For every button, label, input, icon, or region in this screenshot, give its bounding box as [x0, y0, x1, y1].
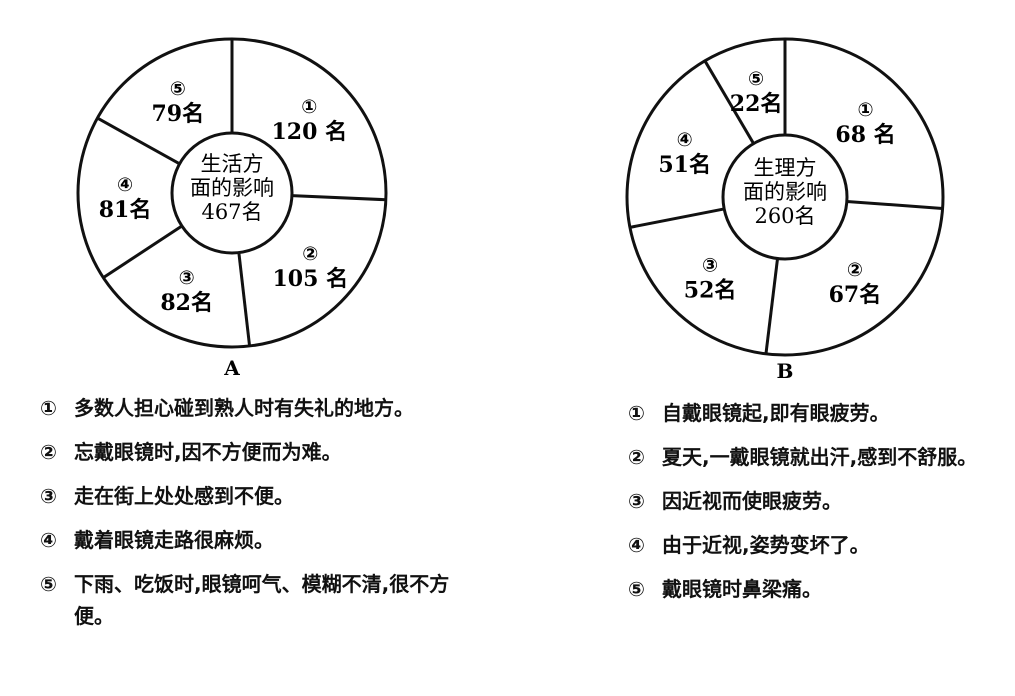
center-label-line-1: 生理方: [754, 156, 817, 180]
legend-item-2: ② 忘戴眼镜时,因不方便而为难。: [40, 436, 450, 468]
slice-value-label-3: 82名: [160, 290, 213, 316]
slice-number-5: ⑤: [748, 68, 764, 90]
legend-item-1: ① 多数人担心碰到熟人时有失礼的地方。: [40, 392, 450, 424]
legend-text: 走在街上处处感到不便。: [74, 484, 294, 508]
legend-number: ⑤: [628, 577, 645, 601]
slice-value-label-3: 52名: [684, 278, 737, 304]
slice-value-label-1: 120 名: [271, 119, 347, 145]
pie-chart-b: ①68 名 ②67名 ③52名 ④51名 ⑤22名生理方面的影响260名 B: [625, 37, 945, 383]
legend-item-2: ② 夏天,一戴眼镜就出汗,感到不舒服。: [628, 441, 998, 473]
center-label-line-3: 467名: [201, 200, 262, 224]
slice-boundary-3: [237, 252, 252, 347]
center-label-line-2: 面的影响: [743, 180, 827, 204]
legend-number: ④: [40, 528, 57, 552]
slice-number-5: ⑤: [170, 78, 186, 100]
slice-value-label-5: 22名: [730, 91, 783, 117]
legend-item-5: ⑤ 下雨、吃饭时,眼镜呵气、模糊不清,很不方便。: [40, 568, 450, 632]
center-label-line-2: 面的影响: [190, 176, 274, 200]
slice-number-1: ①: [858, 99, 874, 121]
legend-text: 戴眼镜时鼻梁痛。: [662, 577, 822, 601]
legend-number: ③: [628, 489, 645, 513]
pie-chart-a: ①120 名 ②105 名 ③82名 ④81名 ⑤79名生活方面的影响467名 A: [76, 37, 388, 380]
slice-number-2: ②: [302, 243, 318, 265]
slice-boundary-3: [764, 258, 780, 355]
legend-text: 戴着眼镜走路很麻烦。: [74, 528, 274, 552]
slice-boundary-4: [102, 224, 183, 279]
legend-number: ①: [40, 396, 57, 420]
legend-item-4: ④ 由于近视,姿势变坏了。: [628, 529, 998, 561]
slice-boundary-2: [846, 199, 943, 210]
slice-value-label-2: 67名: [829, 282, 882, 308]
legend-text: 由于近视,姿势变坏了。: [662, 533, 870, 557]
legend-text: 自戴眼镜起,即有眼疲劳。: [662, 401, 890, 425]
slice-number-3: ③: [702, 255, 718, 277]
slice-value-label-4: 81名: [99, 197, 152, 223]
legend-text: 下雨、吃饭时,眼镜呵气、模糊不清,很不方便。: [74, 572, 450, 628]
slice-value-label-5: 79名: [151, 101, 204, 127]
legend-number: ①: [628, 401, 645, 425]
slice-number-3: ③: [179, 267, 195, 289]
legend-text: 多数人担心碰到熟人时有失礼的地方。: [74, 396, 414, 420]
panel-label: B: [777, 359, 794, 383]
slice-boundary-4: [629, 207, 725, 229]
legend-number: ②: [628, 445, 645, 469]
slice-value-label-4: 51名: [658, 152, 711, 178]
legend-b: ① 自戴眼镜起,即有眼疲劳。 ② 夏天,一戴眼镜就出汗,感到不舒服。 ③ 因近视而使眼疲劳…: [628, 397, 998, 617]
legend-item-3: ③ 走在街上处处感到不便。: [40, 480, 450, 512]
legend-number: ②: [40, 440, 57, 464]
slice-number-1: ①: [301, 96, 317, 118]
legend-item-5: ⑤ 戴眼镜时鼻梁痛。: [628, 573, 998, 605]
legend-item-3: ③ 因近视而使眼疲劳。: [628, 485, 998, 517]
slice-number-4: ④: [677, 129, 693, 151]
legend-text: 因近视而使眼疲劳。: [662, 489, 842, 513]
legend-number: ④: [628, 533, 645, 557]
slice-number-2: ②: [847, 259, 863, 281]
slice-number-4: ④: [117, 174, 133, 196]
center-label-line-3: 260名: [754, 204, 815, 228]
slice-boundary-2: [291, 194, 386, 202]
legend-item-4: ④ 戴着眼镜走路很麻烦。: [40, 524, 450, 556]
legend-text: 忘戴眼镜时,因不方便而为难。: [74, 440, 342, 464]
legend-number: ③: [40, 484, 57, 508]
legend-a: ① 多数人担心碰到熟人时有失礼的地方。 ② 忘戴眼镜时,因不方便而为难。 ③ 走在街上处处…: [40, 392, 450, 644]
legend-text: 夏天,一戴眼镜就出汗,感到不舒服。: [662, 445, 978, 469]
slice-value-label-2: 105 名: [272, 266, 348, 292]
panel-label: A: [223, 356, 240, 380]
legend-number: ⑤: [40, 572, 57, 596]
legend-item-1: ① 自戴眼镜起,即有眼疲劳。: [628, 397, 998, 429]
slice-value-label-1: 68 名: [835, 122, 895, 148]
center-label-line-1: 生活方: [201, 152, 264, 176]
